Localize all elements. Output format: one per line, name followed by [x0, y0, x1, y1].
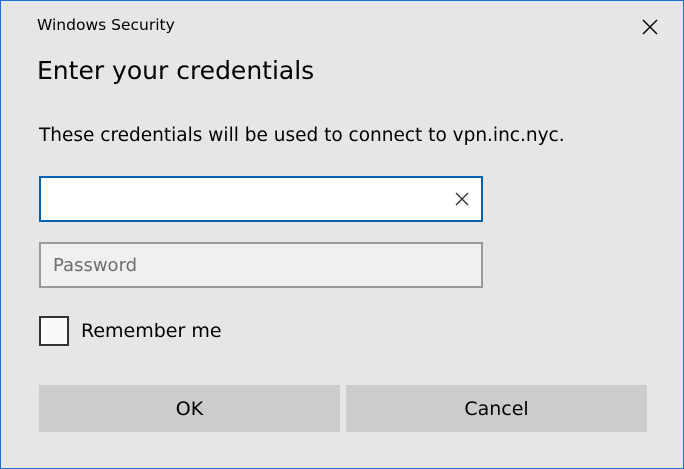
- password-field-container: [39, 242, 483, 288]
- close-icon: [642, 19, 658, 35]
- dialog-heading: Enter your credentials: [37, 56, 315, 85]
- credentials-dialog: Windows Security Enter your credentials …: [0, 0, 684, 469]
- remember-me-label: Remember me: [81, 320, 222, 342]
- clear-username-button[interactable]: [451, 188, 473, 210]
- username-input[interactable]: [51, 178, 441, 220]
- close-button[interactable]: [627, 7, 673, 47]
- ok-button[interactable]: OK: [39, 385, 340, 432]
- clear-icon: [455, 192, 469, 206]
- password-input[interactable]: [53, 244, 473, 286]
- window-title: Windows Security: [37, 16, 175, 34]
- remember-me-checkbox[interactable]: Remember me: [39, 316, 222, 346]
- username-field-container: [39, 176, 483, 222]
- checkbox-box[interactable]: [39, 316, 69, 346]
- dialog-description: These credentials will be used to connec…: [39, 125, 565, 146]
- cancel-button[interactable]: Cancel: [346, 385, 647, 432]
